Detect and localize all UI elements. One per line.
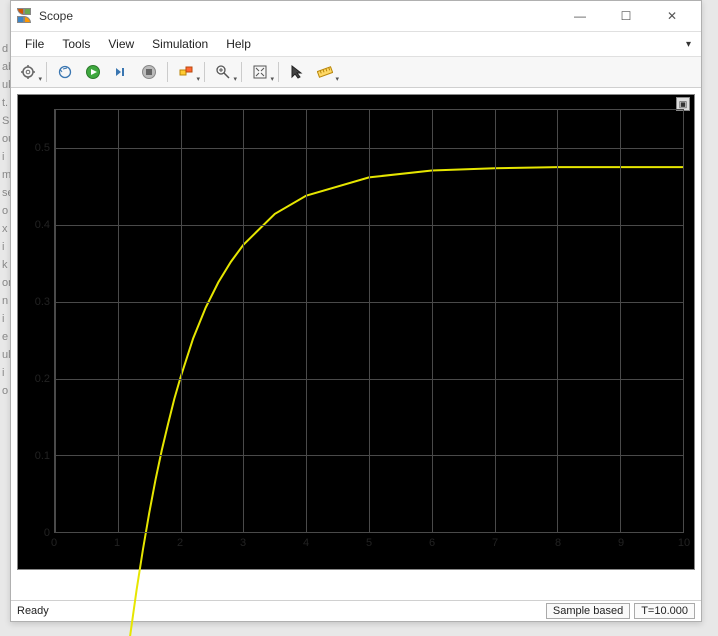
separator (204, 62, 205, 82)
run-button[interactable] (80, 59, 106, 85)
menu-overflow-icon[interactable]: ▾ (686, 39, 695, 50)
maximize-button[interactable]: ☐ (603, 1, 649, 31)
toolbar: ▾ ▾ ▾ (11, 57, 701, 88)
step-back-icon (57, 64, 73, 80)
step-back-button[interactable] (52, 59, 78, 85)
measurements-button[interactable]: ▾ (312, 59, 338, 85)
separator (46, 62, 47, 82)
menu-view[interactable]: View (100, 35, 142, 53)
separator (241, 62, 242, 82)
menu-file[interactable]: File (17, 35, 52, 53)
zoom-button[interactable]: ▾ (210, 59, 236, 85)
menu-simulation[interactable]: Simulation (144, 35, 216, 53)
cursor-icon (289, 64, 305, 80)
x-tick-label: 2 (177, 537, 183, 549)
autoscale-button[interactable]: ▾ (247, 59, 273, 85)
stop-icon (141, 64, 157, 80)
y-tick-label: 0 (44, 527, 50, 539)
separator (278, 62, 279, 82)
x-tick-label: 0 (51, 537, 57, 549)
separator (167, 62, 168, 82)
stop-button[interactable] (136, 59, 162, 85)
zoom-icon (215, 64, 231, 80)
menu-tools[interactable]: Tools (54, 35, 98, 53)
minimize-button[interactable]: — (557, 1, 603, 31)
ruler-icon (317, 64, 333, 80)
step-forward-icon (113, 64, 129, 80)
x-tick-label: 9 (618, 537, 624, 549)
settings-button[interactable]: ▾ (15, 59, 41, 85)
highlight-button[interactable]: ▾ (173, 59, 199, 85)
menubar: File Tools View Simulation Help ▾ (11, 32, 701, 57)
highlight-icon (178, 64, 194, 80)
plot-frame: ▣ 01234567891000.10.20.30.40.5 (17, 94, 695, 570)
x-tick-label: 1 (114, 537, 120, 549)
x-tick-label: 6 (429, 537, 435, 549)
gear-icon (20, 64, 36, 80)
titlebar[interactable]: Scope — ☐ ✕ (11, 1, 701, 32)
x-tick-label: 10 (678, 537, 690, 549)
play-icon (85, 64, 101, 80)
x-tick-label: 7 (492, 537, 498, 549)
close-button[interactable]: ✕ (649, 1, 695, 31)
chart-area[interactable]: ▣ 01234567891000.10.20.30.40.5 (11, 88, 701, 600)
step-forward-button[interactable] (108, 59, 134, 85)
y-tick-label: 0.3 (35, 296, 50, 308)
x-tick-label: 4 (303, 537, 309, 549)
y-tick-label: 0.4 (35, 219, 50, 231)
scope-window: Scope — ☐ ✕ File Tools View Simulation H… (10, 0, 702, 622)
menu-help[interactable]: Help (218, 35, 259, 53)
y-tick-label: 0.5 (35, 142, 50, 154)
y-tick-label: 0.1 (35, 450, 50, 462)
x-tick-label: 5 (366, 537, 372, 549)
matlab-icon (17, 8, 33, 24)
y-tick-label: 0.2 (35, 373, 50, 385)
cursor-button[interactable] (284, 59, 310, 85)
window-title: Scope (39, 9, 557, 23)
autoscale-icon (252, 64, 268, 80)
x-tick-label: 8 (555, 537, 561, 549)
x-tick-label: 3 (240, 537, 246, 549)
